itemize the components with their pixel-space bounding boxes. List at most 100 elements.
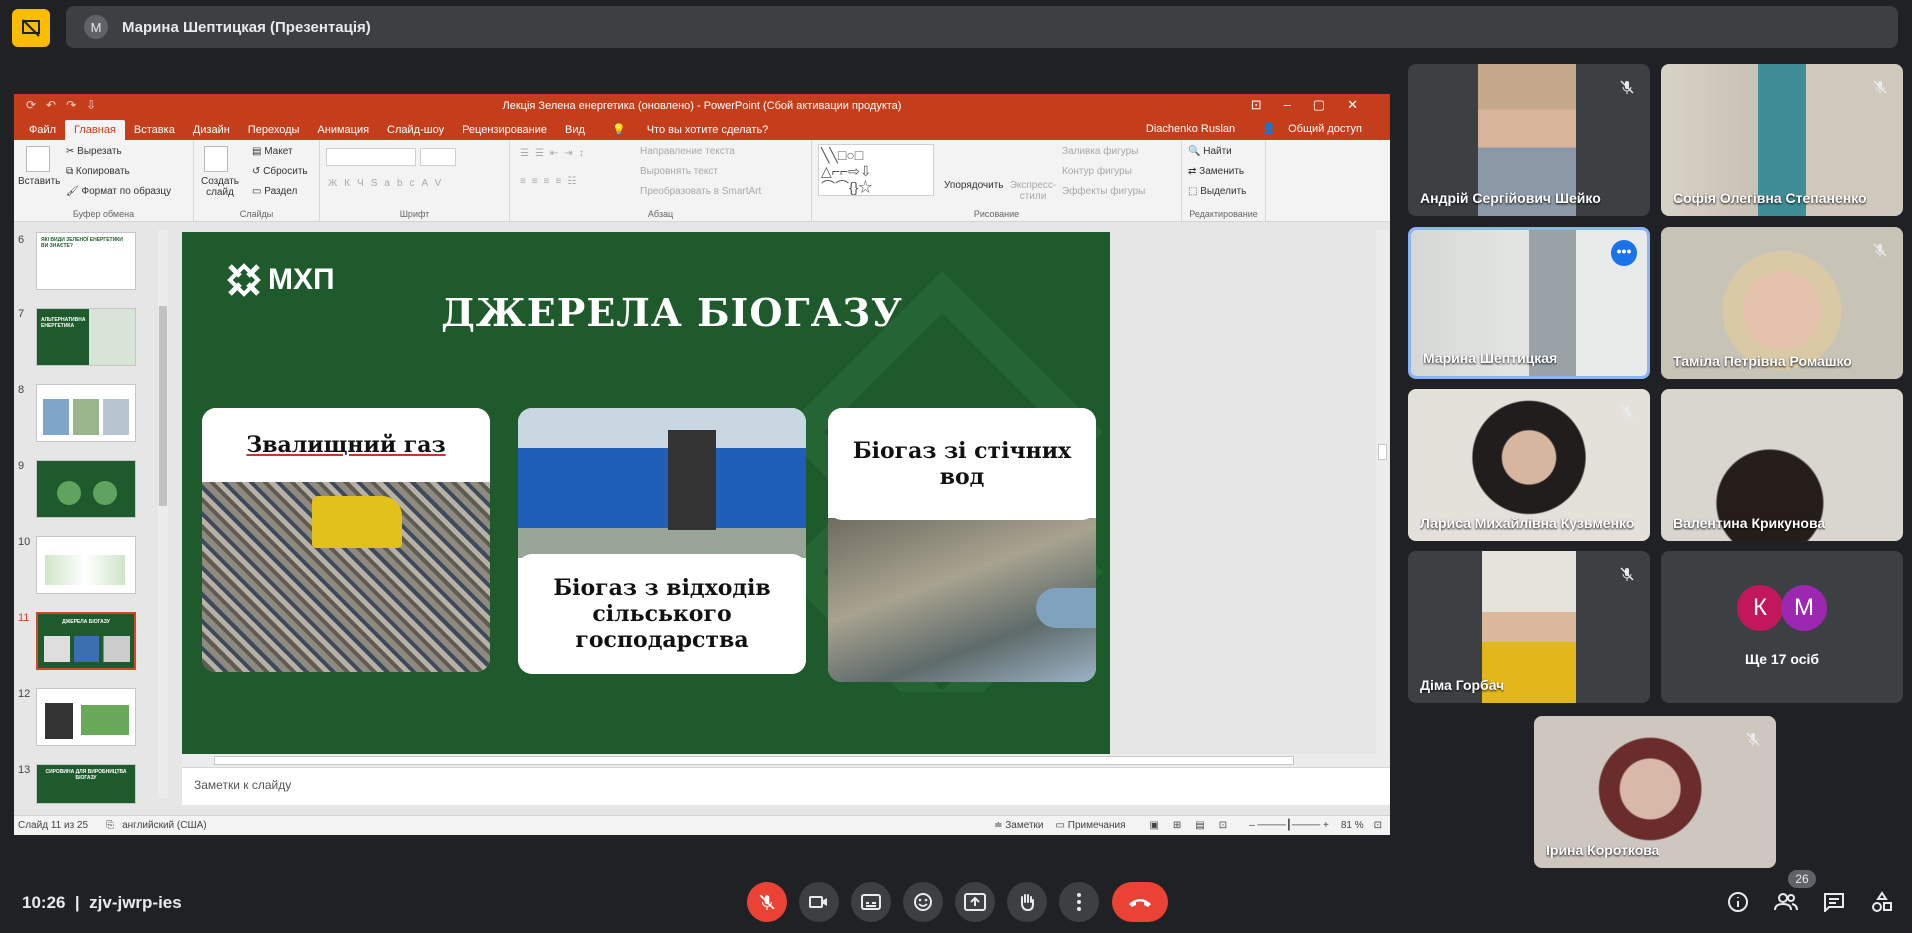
- tab-file[interactable]: Файл: [20, 120, 65, 140]
- meeting-details-icon[interactable]: [1724, 888, 1752, 916]
- activities-icon[interactable]: [1868, 888, 1896, 916]
- select-button[interactable]: ⬚ Выделить: [1188, 186, 1246, 197]
- format-painter-button[interactable]: 🖌 Формат по образцу: [66, 186, 171, 197]
- slide-vertical-scrollbar[interactable]: [1376, 230, 1389, 754]
- shape-outline-button[interactable]: Контур фигуры: [1062, 166, 1132, 177]
- reactions-button[interactable]: [903, 882, 943, 922]
- slide-thumbnail-7[interactable]: АЛЬТЕРНАТИВНА ЕНЕРГЕТИКА: [36, 308, 136, 366]
- tell-me-box[interactable]: 💡 Что вы хотите сделать?: [594, 119, 786, 140]
- more-options-icon[interactable]: •••: [1611, 240, 1637, 266]
- slide-thumbnail-11[interactable]: ДЖЕРЕЛА БІОГАЗУ: [36, 612, 136, 670]
- current-slide: МХП ДЖЕРЕЛА БІОГАЗУ Звалищний газ Біогаз…: [182, 232, 1110, 754]
- share-button[interactable]: 👤 Общий доступ: [1253, 119, 1380, 139]
- shared-powerpoint-window: ⟳↶↷⇩ Лекція Зелена енергетика (оновлено)…: [14, 94, 1390, 835]
- replace-button[interactable]: ⇄ Заменить: [1188, 166, 1244, 177]
- participant-tile[interactable]: Андрій Сергійович Шейко: [1408, 64, 1650, 216]
- layout-button[interactable]: ▤ Макет: [252, 146, 293, 157]
- slide-thumbnail-10[interactable]: [36, 536, 136, 594]
- scrollbar-thumb[interactable]: [1378, 444, 1387, 460]
- copy-button[interactable]: ⧉ Копировать: [66, 166, 130, 177]
- slide-thumbnail-6[interactable]: ЯКІ ВИДИ ЗЕЛЕНОЇ ЕНЕРГЕТИКИ ВИ ЗНАЄТЕ?: [36, 232, 136, 290]
- participant-tile[interactable]: Діма Горбач: [1408, 551, 1650, 703]
- present-button[interactable]: [955, 882, 995, 922]
- tab-transitions[interactable]: Переходы: [239, 120, 309, 140]
- smartart-button[interactable]: Преобразовать в SmartArt: [640, 186, 761, 197]
- mic-off-icon: [1869, 76, 1891, 98]
- captions-button[interactable]: [851, 882, 891, 922]
- find-button[interactable]: 🔍 Найти: [1188, 146, 1232, 157]
- thumb-8-image: [43, 399, 129, 435]
- align-text-button[interactable]: Выровнять текст: [640, 166, 718, 177]
- participant-tile[interactable]: Таміла Петрівна Ромашко: [1661, 227, 1903, 379]
- participant-tile[interactable]: Лариса Михайлівна Кузьменко: [1408, 389, 1650, 541]
- tab-review[interactable]: Рецензирование: [453, 120, 556, 140]
- participant-name: Ірина Короткова: [1546, 842, 1660, 858]
- fit-slide-icon[interactable]: ⊡: [1374, 820, 1382, 831]
- camera-toggle-button[interactable]: [799, 882, 839, 922]
- slide-thumbnail-9[interactable]: [36, 460, 136, 518]
- font-name-box[interactable]: [326, 148, 416, 166]
- more-participants-tile[interactable]: К М Ще 17 осіб: [1661, 551, 1903, 703]
- thumbnails-scrollbar[interactable]: [158, 230, 168, 798]
- cut-button[interactable]: ✂ Вырезать: [66, 146, 122, 157]
- people-icon[interactable]: [1772, 888, 1800, 916]
- tab-animation[interactable]: Анимация: [308, 120, 378, 140]
- raise-hand-button[interactable]: [1007, 882, 1047, 922]
- scrollbar-thumb[interactable]: [159, 306, 167, 506]
- font-size-box[interactable]: [420, 148, 456, 166]
- notes-toggle[interactable]: ≐ Заметки: [994, 820, 1043, 831]
- slide-thumbnail-12[interactable]: [36, 688, 136, 746]
- participant-tile[interactable]: Валентина Крикунова: [1661, 389, 1903, 541]
- zoom-level[interactable]: 81 %: [1341, 820, 1364, 831]
- shapes-gallery[interactable]: ╲╲□○□ △⌐⌐⇨⇩ ⌒⌒{}☆: [818, 144, 934, 196]
- tab-design[interactable]: Дизайн: [184, 120, 239, 140]
- scrollbar-thumb[interactable]: [214, 756, 1294, 765]
- paste-button[interactable]: Вставить: [18, 176, 60, 187]
- shape-effects-button[interactable]: Эффекты фигуры: [1062, 186, 1145, 197]
- section-button[interactable]: ▭ Раздел: [252, 186, 297, 197]
- plant-tower-shape: [668, 430, 716, 530]
- slide-title: ДЖЕРЕЛА БІОГАЗУ: [441, 290, 903, 335]
- mic-off-icon: [1742, 728, 1764, 750]
- more-participants-text: Ще 17 осіб: [1744, 651, 1820, 667]
- more-options-button[interactable]: [1059, 882, 1099, 922]
- font-format-icons[interactable]: ЖКЧSabcAV: [328, 178, 448, 189]
- leave-call-button[interactable]: [1112, 882, 1168, 922]
- slide-thumbnail-8[interactable]: [36, 384, 136, 442]
- user-name: Diachenko Ruslan: [1145, 123, 1236, 135]
- quick-styles-button[interactable]: Экспресс-стили: [1008, 180, 1058, 202]
- comments-toggle[interactable]: ▭ Примечания: [1056, 820, 1126, 831]
- new-slide-button[interactable]: Создать слайд: [198, 176, 242, 198]
- paste-icon[interactable]: [26, 146, 50, 172]
- language-indicator[interactable]: английский (США): [122, 820, 207, 831]
- thumb-number: 10: [18, 536, 31, 548]
- stop-presenting-icon[interactable]: [12, 9, 50, 47]
- list-icons[interactable]: ☰☰⇤⇥↕: [520, 148, 590, 159]
- ribbon-tabs: Файл Главная Вставка Дизайн Переходы Ани…: [14, 118, 1390, 140]
- zoom-slider[interactable]: – ────┃──── +: [1249, 820, 1329, 831]
- reset-button[interactable]: ↺ Сбросить: [252, 166, 308, 177]
- chat-icon[interactable]: [1820, 888, 1848, 916]
- tab-view[interactable]: Вид: [556, 120, 594, 140]
- align-icons[interactable]: ≡≡≡≡☷: [520, 176, 582, 187]
- presenter-avatar: M: [84, 15, 108, 39]
- end-call-icon: [1129, 899, 1151, 907]
- mic-toggle-button[interactable]: [747, 882, 787, 922]
- text-direction-button[interactable]: Направление текста: [640, 146, 735, 157]
- participant-tile[interactable]: Ірина Короткова: [1534, 716, 1776, 868]
- participant-tile[interactable]: Софія Олегівна Степаненко: [1661, 64, 1903, 216]
- tab-insert[interactable]: Вставка: [125, 120, 184, 140]
- view-buttons[interactable]: ▣⊞▤⊡: [1149, 820, 1241, 831]
- slide-thumbnail-13[interactable]: СИРОВИНА ДЛЯ ВИРОБНИЦТВА БІОГАЗУ: [36, 764, 136, 804]
- participant-tile-active-speaker[interactable]: ••• Марина Шептицкая: [1408, 227, 1650, 379]
- replace-label: Заменить: [1199, 166, 1245, 177]
- slide-horizontal-scrollbar[interactable]: [182, 754, 1390, 767]
- shape-fill-button[interactable]: Заливка фигуры: [1062, 146, 1138, 157]
- tab-slideshow[interactable]: Слайд-шоу: [378, 120, 453, 140]
- slide-thumbnails-pane: 6 ЯКІ ВИДИ ЗЕЛЕНОЇ ЕНЕРГЕТИКИ ВИ ЗНАЄТЕ?…: [14, 224, 170, 805]
- spellcheck-icon[interactable]: ⎘: [106, 820, 114, 831]
- tab-home[interactable]: Главная: [65, 120, 125, 140]
- arrange-button[interactable]: Упорядочить: [944, 180, 1004, 191]
- notes-pane[interactable]: Заметки к слайду: [182, 767, 1390, 805]
- new-slide-icon[interactable]: [204, 146, 228, 172]
